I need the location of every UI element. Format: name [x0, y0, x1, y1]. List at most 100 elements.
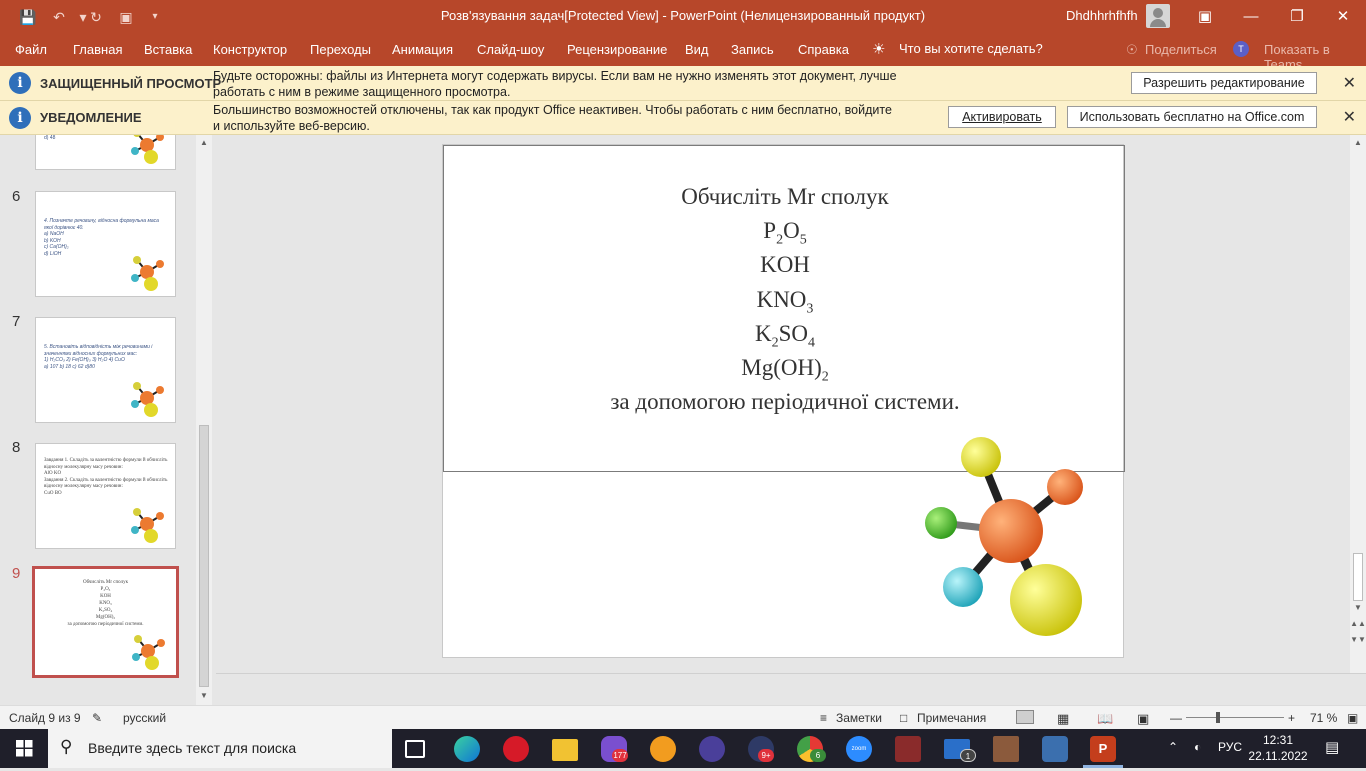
molecule-image: [131, 135, 164, 164]
tab-help[interactable]: Справка: [798, 42, 849, 57]
scrollbar-thumb[interactable]: [199, 425, 209, 687]
browser-shield-icon[interactable]: [650, 736, 676, 762]
title-bar: 💾 ↶ ▾ ↻ ▣ ▾ Розв'язування задач[Protecte…: [0, 0, 1366, 33]
molecule-image: [131, 508, 164, 543]
start-button[interactable]: [0, 729, 48, 768]
tab-insert[interactable]: Вставка: [144, 42, 192, 57]
slideshow-view-icon[interactable]: ▣: [1137, 711, 1149, 727]
notice-bar: i УВЕДОМЛЕНИЕ Большинство возможностей о…: [0, 101, 1366, 135]
info-icon: i: [9, 107, 31, 129]
formula-koh: KOH: [760, 252, 810, 277]
activate-button[interactable]: Активировать: [948, 106, 1056, 128]
minimize-button[interactable]: —: [1228, 0, 1274, 33]
tell-me-search[interactable]: Что вы хотите сделать?: [899, 41, 1043, 56]
file-explorer-icon[interactable]: [552, 739, 578, 761]
zoom-slider[interactable]: [1186, 717, 1284, 718]
slide-canvas[interactable]: Обчисліть Mr сполук P2O5 KOH KNO3 K2SO4 …: [442, 144, 1125, 658]
tab-record[interactable]: Запись: [731, 42, 774, 57]
notes-area-divider[interactable]: [216, 673, 1366, 705]
molecule-image: [131, 382, 164, 417]
zoom-slider-knob[interactable]: [1216, 712, 1220, 723]
slide-number: 6: [12, 188, 21, 205]
normal-view-icon[interactable]: [1016, 710, 1034, 724]
zoom-out-icon[interactable]: —: [1170, 711, 1182, 725]
scroll-down-icon[interactable]: ▼: [1350, 603, 1366, 612]
scrollbar-thumb[interactable]: [1353, 553, 1363, 601]
task-view-icon[interactable]: [405, 740, 425, 758]
slide-editor: Обчисліть Mr сполук P2O5 KOH KNO3 K2SO4 …: [216, 135, 1350, 673]
close-button[interactable]: ✕: [1320, 0, 1366, 33]
spelling-icon[interactable]: ✎: [92, 711, 102, 725]
taskbar-search[interactable]: ⚲ Введите здесь текст для поиска: [48, 729, 392, 768]
notes-button[interactable]: Заметки: [836, 711, 882, 725]
use-free-office-button[interactable]: Использовать бесплатно на Office.com: [1067, 106, 1317, 128]
tab-review[interactable]: Рецензирование: [567, 42, 667, 57]
avatar[interactable]: [1146, 4, 1170, 28]
comments-icon: □: [900, 711, 908, 725]
close-icon[interactable]: ✕: [1343, 73, 1356, 93]
zoom-app-icon[interactable]: zoom: [846, 736, 872, 762]
formula-k2so4: K2SO4: [754, 321, 816, 351]
pinned-app-icon[interactable]: [1042, 736, 1068, 762]
fit-to-window-icon[interactable]: ▣: [1347, 711, 1358, 725]
tray-chevron-icon[interactable]: ⌃: [1168, 740, 1178, 754]
comments-button[interactable]: Примечания: [917, 711, 986, 725]
winrar-icon[interactable]: [895, 736, 921, 762]
notice-heading: УВЕДОМЛЕНИЕ: [40, 110, 142, 125]
close-icon[interactable]: ✕: [1343, 107, 1356, 127]
next-slide-icon[interactable]: ▼▼: [1350, 635, 1366, 644]
slide-thumbnail[interactable]: d) 48: [35, 135, 176, 170]
formula-mgoh2: Mg(OH)2: [741, 355, 829, 385]
editor-scrollbar[interactable]: ▲ ▼ ▲▲ ▼▼: [1350, 135, 1366, 673]
scroll-down-icon[interactable]: ▼: [196, 691, 212, 700]
tab-view[interactable]: Вид: [685, 42, 709, 57]
ribbon-display-icon[interactable]: ▣: [1182, 0, 1228, 33]
formula-p2o5: P2O5: [763, 218, 807, 248]
app-icon[interactable]: [699, 736, 725, 762]
slide-thumbnail-6[interactable]: 4. Позначте речовину, відносна формульна…: [35, 191, 176, 297]
tab-slideshow[interactable]: Слайд-шоу: [477, 42, 544, 57]
slide-text-box[interactable]: Обчисліть Mr сполук P2O5 KOH KNO3 K2SO4 …: [443, 145, 1125, 472]
formula-kno3: KNO3: [756, 287, 814, 317]
ribbon-tabs: Файл Главная Вставка Конструктор Переход…: [0, 33, 1366, 72]
slide-sorter-icon[interactable]: ▦: [1057, 711, 1069, 727]
keyboard-language[interactable]: РУС: [1218, 740, 1242, 754]
mail-badge: 1: [960, 749, 976, 762]
tab-home[interactable]: Главная: [73, 42, 122, 57]
previous-slide-icon[interactable]: ▲▲: [1350, 619, 1366, 628]
zoom-level[interactable]: 71 %: [1310, 711, 1337, 725]
slide-last-line: за допомогою періодичної системи.: [610, 389, 960, 414]
clock[interactable]: 12:31 22.11.2022: [1248, 732, 1308, 764]
molecule-image: [132, 635, 165, 670]
zoom-in-icon[interactable]: +: [1288, 711, 1295, 725]
share-button[interactable]: Поделиться: [1145, 42, 1217, 57]
tab-design[interactable]: Конструктор: [213, 42, 287, 57]
scroll-up-icon[interactable]: ▲: [196, 138, 212, 147]
slide-thumbnail-7[interactable]: 5. Встановіть відповідність між речовина…: [35, 317, 176, 423]
scroll-up-icon[interactable]: ▲: [1350, 138, 1366, 147]
viber-badge: 177: [612, 749, 628, 762]
enable-editing-button[interactable]: Разрешить редактирование: [1131, 72, 1317, 94]
opera-icon[interactable]: [503, 736, 529, 762]
slide-thumbnail-8[interactable]: Завдання 1. Складіть за валентністю форм…: [35, 443, 176, 549]
tab-file[interactable]: Файл: [15, 42, 47, 57]
photo-app-icon[interactable]: [993, 736, 1019, 762]
tab-transitions[interactable]: Переходы: [310, 42, 371, 57]
notifications-icon[interactable]: ▤: [1325, 738, 1339, 756]
restore-button[interactable]: ❐: [1274, 0, 1320, 33]
powerpoint-icon[interactable]: P: [1090, 736, 1116, 762]
edge-icon[interactable]: [454, 736, 480, 762]
slide-thumbnail-9[interactable]: Обчисліть Mr сполук P₂O₅ KOH KNO₃ K₂SO₄ …: [32, 566, 179, 678]
thumbnail-scrollbar[interactable]: ▲ ▼: [196, 135, 212, 705]
search-input[interactable]: Введите здесь текст для поиска: [88, 740, 296, 756]
tab-animations[interactable]: Анимация: [392, 42, 453, 57]
reading-view-icon[interactable]: 📖: [1097, 711, 1113, 727]
thumbnail-text: Завдання 1. Складіть за валентністю форм…: [44, 458, 168, 496]
slide-number: 7: [12, 313, 21, 330]
language-indicator[interactable]: русский: [123, 711, 166, 725]
user-name[interactable]: Dhdhhrhfhfh: [1066, 8, 1138, 23]
steam-badge: 9+: [758, 749, 774, 762]
notes-icon: ≡: [820, 711, 828, 725]
network-icon[interactable]: ◐: [1194, 740, 1201, 754]
person-icon: ☉: [1126, 42, 1138, 57]
